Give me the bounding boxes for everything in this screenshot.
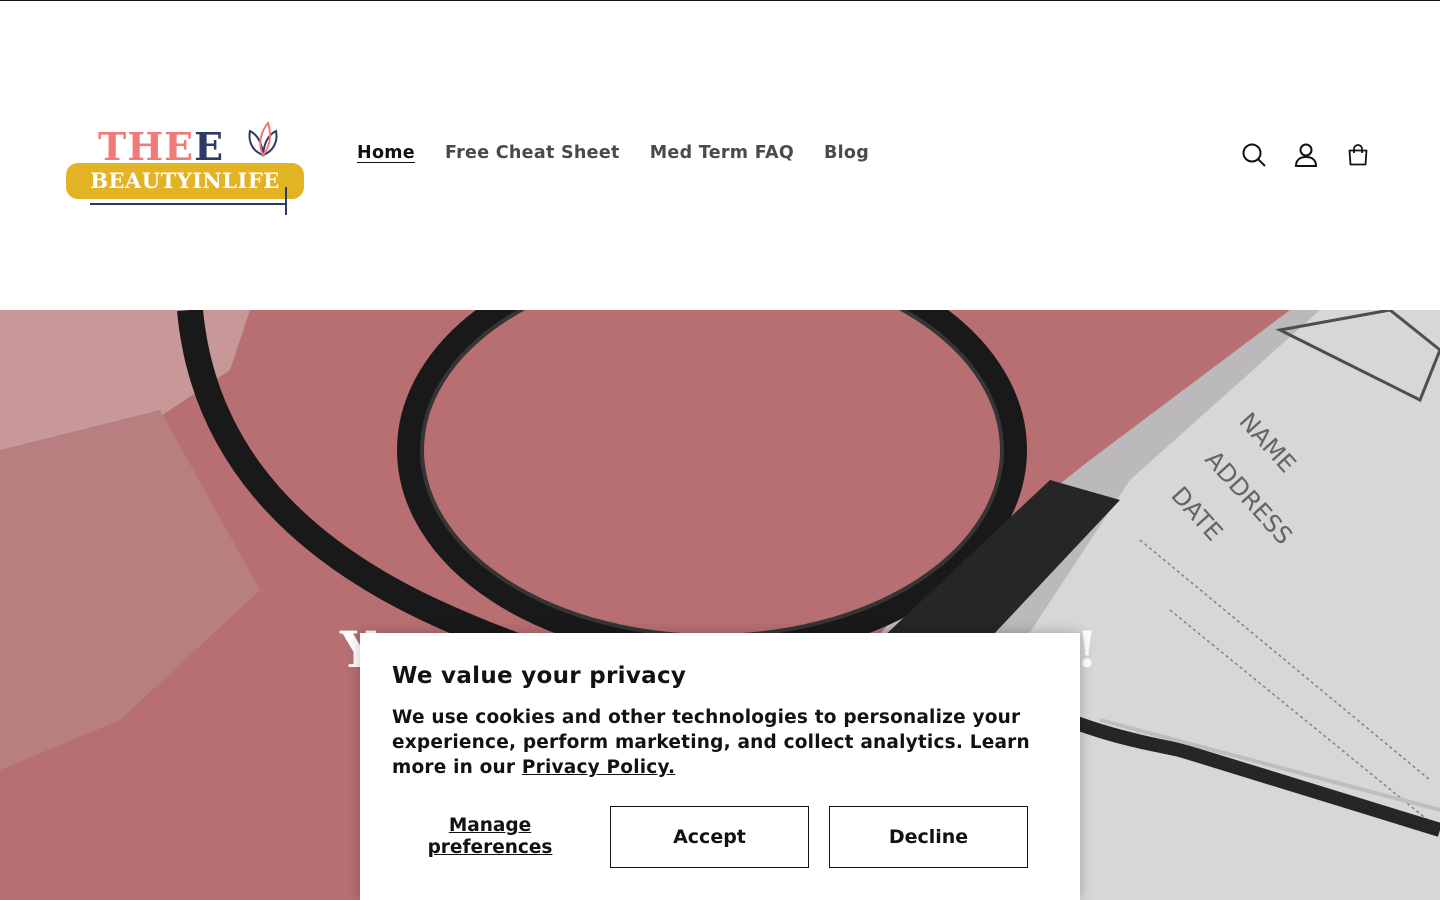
- logo-banner: BEAUTYINLIFE: [66, 163, 304, 199]
- search-icon: [1242, 143, 1266, 167]
- site-header: THEE BEAUTYINLIFE Home Free Cheat Sheet …: [0, 1, 1440, 310]
- nav-free-cheat-sheet[interactable]: Free Cheat Sheet: [430, 137, 635, 173]
- header-icons: [1228, 131, 1384, 179]
- cookie-body-text: We use cookies and other technologies to…: [392, 707, 1030, 778]
- cookie-title: We value your privacy: [392, 663, 687, 689]
- logo-hook: [285, 187, 287, 215]
- main-nav: Home Free Cheat Sheet Med Term FAQ Blog: [342, 137, 884, 173]
- site-logo[interactable]: THEE BEAUTYINLIFE: [64, 121, 306, 219]
- cart-icon: [1348, 144, 1368, 166]
- logo-underline: [90, 203, 286, 205]
- logo-wordmark-top: THEE: [98, 124, 225, 169]
- account-icon: [1294, 143, 1318, 167]
- nav-blog[interactable]: Blog: [809, 137, 884, 173]
- accept-button[interactable]: Accept: [610, 806, 809, 868]
- cookie-body: We use cookies and other technologies to…: [392, 705, 1042, 780]
- cookie-consent-banner: We value your privacy We use cookies and…: [360, 633, 1080, 900]
- nav-med-term-faq[interactable]: Med Term FAQ: [635, 137, 809, 173]
- lotus-icon: [248, 121, 278, 157]
- decline-button[interactable]: Decline: [829, 806, 1028, 868]
- cart-button[interactable]: [1332, 131, 1384, 179]
- privacy-policy-link[interactable]: Privacy Policy.: [522, 757, 675, 778]
- account-button[interactable]: [1280, 131, 1332, 179]
- nav-home[interactable]: Home: [342, 137, 430, 173]
- manage-preferences-link[interactable]: Manage preferences: [392, 815, 588, 859]
- search-button[interactable]: [1228, 131, 1280, 179]
